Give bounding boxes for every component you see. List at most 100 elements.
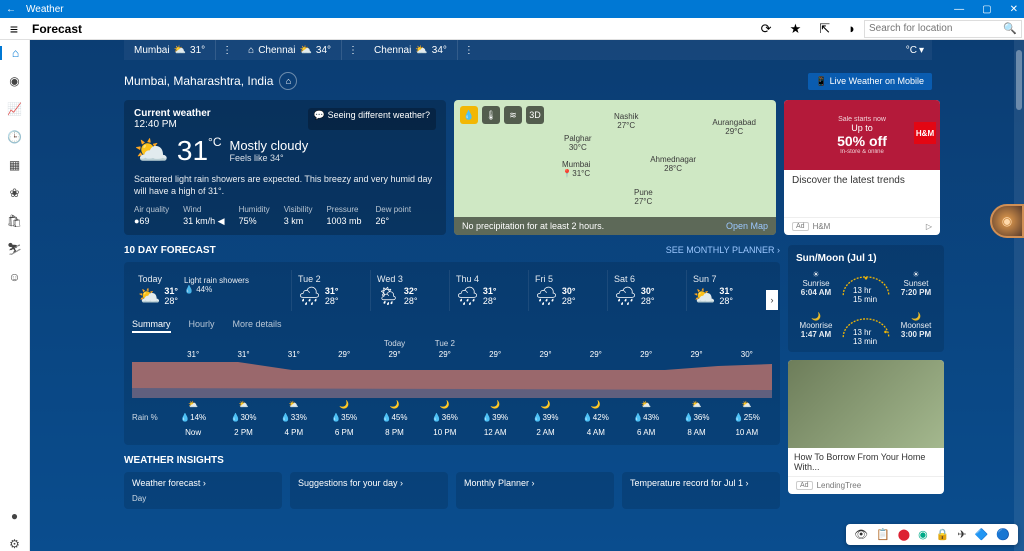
tray-icon[interactable]: 👁 [854, 528, 868, 541]
refresh-icon[interactable]: ⟳ [761, 21, 772, 37]
weather-map[interactable]: 💧 🌡 ≋ 3D Nashik27°C Aurangabad29°C Palgh… [454, 100, 776, 235]
day-card[interactable]: Sun 7⛅31°28° [687, 270, 766, 311]
scrollbar[interactable] [1014, 40, 1024, 551]
ad-choices-icon[interactable]: ▷ [926, 222, 932, 231]
map-precip-icon[interactable]: 💧 [460, 106, 478, 124]
theme-icon[interactable]: ◗ [848, 21, 856, 36]
search-box[interactable]: 🔍 [864, 20, 1022, 38]
day-card[interactable]: Sat 6🌧30°28° [608, 270, 687, 311]
chat-icon: 💬 [314, 110, 328, 120]
insight-forecast[interactable]: Weather forecast ›Day [124, 472, 282, 509]
assistant-button[interactable]: ◉ [990, 204, 1024, 238]
location-tab-mumbai[interactable]: Mumbai ⛅ 31° [124, 40, 216, 60]
location-tab-chennai-1[interactable]: ⌂ Chennai ⛅ 34° [238, 40, 342, 60]
tab-more-icon[interactable]: ⋮ [216, 45, 238, 56]
tray-icon[interactable]: 🔒 [936, 528, 950, 541]
ad-panel-2[interactable]: How To Borrow From Your Home With... Ad … [788, 360, 944, 494]
tab-more-details[interactable]: More details [233, 319, 282, 333]
sunset-icon: ☀ [912, 270, 919, 279]
cloud-icon: ⛅ [174, 45, 186, 56]
system-tray: 👁 📋 ⬤ ◉ 🔒 ✈ 🔷 🔵 [846, 524, 1018, 545]
current-temp: 31 [177, 135, 208, 166]
hamburger-icon[interactable]: ≡ [0, 21, 28, 37]
feels-like: Feels like 34° [230, 153, 309, 163]
weather-icon: 🌧 [535, 286, 558, 307]
weather-icon: 🌧 [298, 286, 321, 307]
pin-icon[interactable]: ⇱ [819, 21, 830, 37]
set-home-button[interactable]: ⌂ [279, 72, 297, 90]
main-content: Mumbai ⛅ 31° ⋮ ⌂ Chennai ⛅ 34° ⋮ Chennai… [30, 40, 1024, 551]
insight-planner[interactable]: Monthly Planner › [456, 472, 614, 509]
search-icon[interactable]: 🔍 [1003, 22, 1017, 35]
tray-icon[interactable]: ⬤ [898, 528, 910, 541]
unit-toggle[interactable]: °C ▾ [898, 45, 932, 56]
map-wind-icon[interactable]: ≋ [504, 106, 522, 124]
map-temp-icon[interactable]: 🌡 [482, 106, 500, 124]
tab-summary[interactable]: Summary [132, 319, 171, 333]
maximize-icon[interactable]: ▢ [982, 4, 991, 15]
tray-icon[interactable]: ✈ [957, 528, 966, 541]
map-note: No precipitation for at least 2 hours. [462, 221, 604, 231]
day-card[interactable]: Tue 2🌧31°28° [292, 270, 371, 311]
day-card[interactable]: Wed 3🌦32°28° [371, 270, 450, 311]
minimize-icon[interactable]: — [954, 4, 964, 15]
forecast-title: 10 DAY FORECAST [124, 245, 216, 256]
moonrise-icon: 🌙 [811, 312, 821, 321]
weather-icon: ⛅ [693, 286, 715, 307]
current-description: Scattered light rain showers are expecte… [134, 173, 436, 197]
back-icon[interactable]: ← [6, 4, 18, 15]
search-input[interactable] [865, 21, 1021, 37]
sidebar-item-forecast[interactable]: ⌂ [0, 46, 29, 60]
sidebar-item-maps[interactable]: ◉ [9, 74, 19, 88]
monthly-planner-link[interactable]: SEE MONTHLY PLANNER › [666, 245, 780, 256]
tab-more-icon[interactable]: ⋮ [342, 45, 364, 56]
location-tabs: Mumbai ⛅ 31° ⋮ ⌂ Chennai ⛅ 34° ⋮ Chennai… [124, 40, 932, 60]
sidebar-item-favorites[interactable]: ☺ [8, 270, 20, 284]
weather-icon: ⛅ [138, 286, 160, 307]
sidebar-item-hourly[interactable]: 📈 [7, 102, 22, 116]
next-days-icon[interactable]: › [766, 290, 778, 310]
sidebar-item-life[interactable]: 🛍 [7, 214, 22, 228]
hm-logo: H&M [914, 122, 936, 144]
tab-more-icon[interactable]: ⋮ [458, 45, 480, 56]
current-time: 12:40 PM [134, 119, 177, 130]
current-weather-panel: Current weather 12:40 PM 💬 Seeing differ… [124, 100, 446, 235]
current-condition: Mostly cloudy [230, 138, 309, 153]
tray-icon[interactable]: ◉ [918, 528, 928, 541]
toolbar: ≡ Forecast ⟳ ★ ⇱ ◗ 🔍 [0, 18, 1024, 40]
sidebar-item-ski[interactable]: ⛷ [7, 242, 22, 256]
weather-icon: 🌦 [377, 286, 400, 307]
day-card-today[interactable]: Today ⛅ 31°28° Light rain showers💧 44% [132, 270, 292, 311]
open-map-link[interactable]: Open Map [726, 221, 768, 231]
day-card[interactable]: Fri 5🌧30°28° [529, 270, 608, 311]
current-label: Current weather [134, 108, 211, 119]
map-3d-button[interactable]: 3D [526, 106, 544, 124]
app-title: Weather [26, 4, 954, 15]
live-weather-mobile-button[interactable]: 📱 Live Weather on Mobile [808, 73, 932, 90]
ad-panel-1[interactable]: Sale starts now Up to 50% off In-store &… [784, 100, 940, 235]
sidebar-item-settings[interactable]: ⚙ [9, 537, 20, 551]
tray-icon[interactable]: 🔷 [975, 528, 989, 541]
day-card[interactable]: Thu 4🌧31°28° [450, 270, 529, 311]
tab-hourly[interactable]: Hourly [189, 319, 215, 333]
tray-icon[interactable]: 🔵 [996, 528, 1010, 541]
sidebar-item-monthly[interactable]: ▦ [9, 158, 20, 172]
sidebar-item-feedback[interactable]: ● [11, 509, 18, 523]
sunmoon-panel: Sun/Moon (Jul 1) ☀Sunrise6:04 AM 13 hr 1… [788, 245, 944, 352]
sidebar-item-historical[interactable]: 🕒 [7, 130, 22, 144]
hourly-temp-graph: 31°31°31° 29°29°29° 29°29°29° 29°29°30° [132, 350, 772, 398]
close-icon[interactable]: ✕ [1010, 4, 1018, 15]
home-icon: ⌂ [248, 45, 254, 56]
different-weather-link[interactable]: 💬 Seeing different weather? [308, 108, 436, 130]
chevron-down-icon: ▾ [919, 45, 924, 56]
insight-record[interactable]: Temperature record for Jul 1 › [622, 472, 780, 509]
tray-icon[interactable]: 📋 [876, 528, 890, 541]
scrollbar-thumb[interactable] [1016, 50, 1022, 110]
insight-suggestions[interactable]: Suggestions for your day › [290, 472, 448, 509]
window-buttons: — ▢ ✕ [954, 4, 1018, 15]
favorite-icon[interactable]: ★ [790, 21, 802, 37]
location-tab-chennai-2[interactable]: Chennai ⛅ 34° [364, 40, 458, 60]
cloud-icon: ⛅ [415, 45, 427, 56]
sidebar-item-pollen[interactable]: ❀ [9, 186, 19, 200]
ad-image [788, 360, 944, 448]
